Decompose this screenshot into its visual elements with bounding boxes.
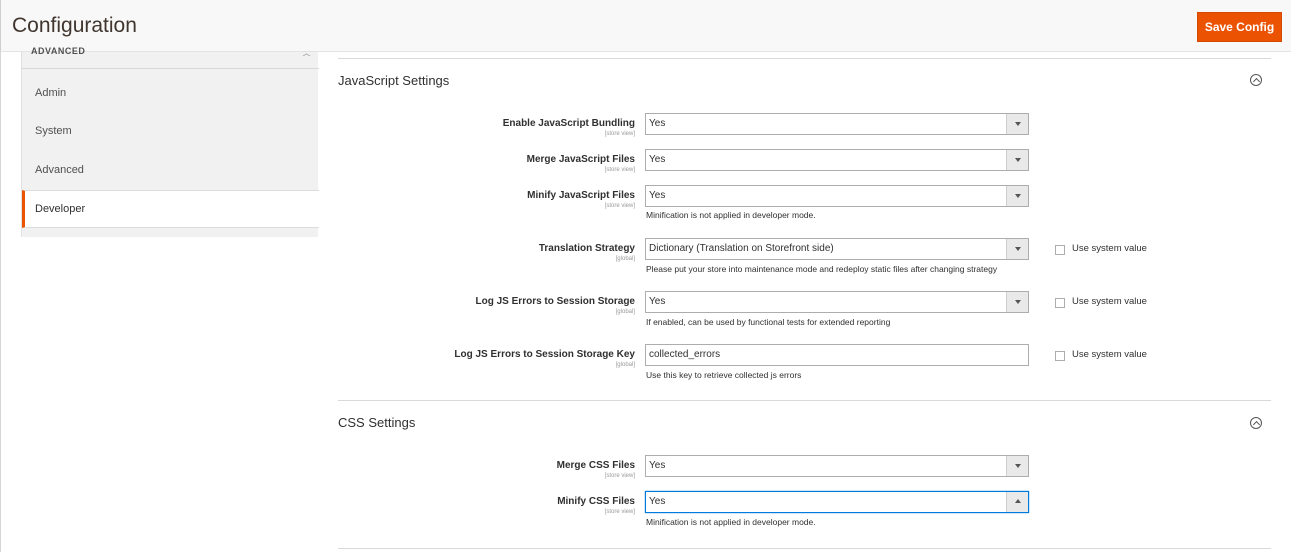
sidebar-item-admin[interactable]: Admin (22, 75, 319, 113)
caret-down-icon (1006, 114, 1028, 134)
caret-down-icon (1006, 239, 1028, 259)
select-value: Dictionary (Translation on Storefront si… (649, 243, 834, 254)
field-label: Translation Strategy (538, 243, 635, 254)
field-note: Please put your store into maintenance m… (646, 264, 998, 274)
save-config-button[interactable]: Save Config (1197, 12, 1282, 42)
field-label: Merge CSS Files (556, 460, 635, 471)
page-header: Configuration Save Config (0, 0, 1291, 52)
sidebar-item-label: System (35, 125, 72, 137)
sidebar-item-label: Developer (35, 203, 86, 215)
js-merge-select[interactable]: Yes (645, 149, 1029, 171)
field-label: Minify CSS Files (557, 496, 635, 507)
scope-label: [global] (615, 309, 635, 315)
config-sidebar: ADVANCED ︿ Admin System Advanced Develop… (21, 46, 319, 237)
field-label: Minify JavaScript Files (527, 190, 635, 201)
field-label: Enable JavaScript Bundling (502, 118, 635, 129)
js-minify-select[interactable]: Yes (645, 185, 1029, 207)
select-value: Yes (649, 460, 666, 471)
select-value: Yes (649, 496, 666, 507)
sidebar-item-advanced[interactable]: Advanced (22, 152, 319, 190)
css-merge-select[interactable]: Yes (645, 455, 1029, 477)
scope-label: [store view] (604, 509, 635, 515)
use-system-value-label[interactable]: Use system value (1072, 243, 1147, 254)
section-divider (338, 400, 1271, 401)
css-minify-select[interactable]: Yes (645, 491, 1029, 513)
scope-label: [store view] (604, 473, 635, 479)
caret-up-icon (1006, 492, 1028, 512)
use-system-value-checkbox[interactable] (1055, 298, 1065, 308)
scope-label: [store view] (604, 203, 635, 209)
field-label: Merge JavaScript Files (526, 154, 635, 165)
sidebar-item-label: Admin (35, 87, 67, 99)
use-system-value-checkbox[interactable] (1055, 245, 1065, 255)
scope-label: [global] (615, 362, 635, 368)
input-value: collected_errors (649, 349, 721, 360)
field-label: Log JS Errors to Session Storage Key (454, 349, 635, 360)
caret-down-icon (1006, 150, 1028, 170)
section-divider (338, 548, 1271, 549)
use-system-value-checkbox[interactable] (1055, 351, 1065, 361)
sidebar-divider (22, 68, 319, 69)
sidebar-item-system[interactable]: System (22, 113, 319, 151)
scope-label: [global] (615, 256, 635, 262)
scope-label: [store view] (604, 131, 635, 137)
chevron-up-circle-icon[interactable] (1250, 74, 1262, 86)
select-value: Yes (649, 296, 666, 307)
section-title-css[interactable]: CSS Settings (338, 415, 415, 430)
log-js-errors-select[interactable]: Yes (645, 291, 1029, 313)
page-edge (0, 52, 1, 552)
field-note: Minification is not applied in developer… (646, 210, 816, 220)
chevron-up-circle-icon[interactable] (1250, 417, 1262, 429)
scope-label: [store view] (604, 167, 635, 173)
js-bundling-select[interactable]: Yes (645, 113, 1029, 135)
use-system-value-label[interactable]: Use system value (1072, 296, 1147, 307)
field-note: Use this key to retrieve collected js er… (646, 370, 802, 380)
page-title: Configuration (12, 14, 137, 37)
use-system-value-label[interactable]: Use system value (1072, 349, 1147, 360)
caret-down-icon (1006, 186, 1028, 206)
translation-strategy-select[interactable]: Dictionary (Translation on Storefront si… (645, 238, 1029, 260)
select-value: Yes (649, 154, 666, 165)
select-value: Yes (649, 190, 666, 201)
sidebar-item-developer[interactable]: Developer (22, 190, 319, 228)
chevron-up-icon: ︿ (302, 48, 312, 56)
field-note: If enabled, can be used by functional te… (646, 317, 891, 327)
sidebar-group-title[interactable]: ADVANCED (31, 46, 85, 56)
select-value: Yes (649, 118, 666, 129)
sidebar-item-label: Advanced (35, 164, 84, 176)
section-title-javascript[interactable]: JavaScript Settings (338, 73, 449, 88)
caret-down-icon (1006, 456, 1028, 476)
caret-down-icon (1006, 292, 1028, 312)
section-divider (338, 58, 1271, 59)
field-note: Minification is not applied in developer… (646, 517, 816, 527)
log-errors-key-input[interactable]: collected_errors (645, 344, 1029, 366)
field-label: Log JS Errors to Session Storage (475, 296, 635, 307)
